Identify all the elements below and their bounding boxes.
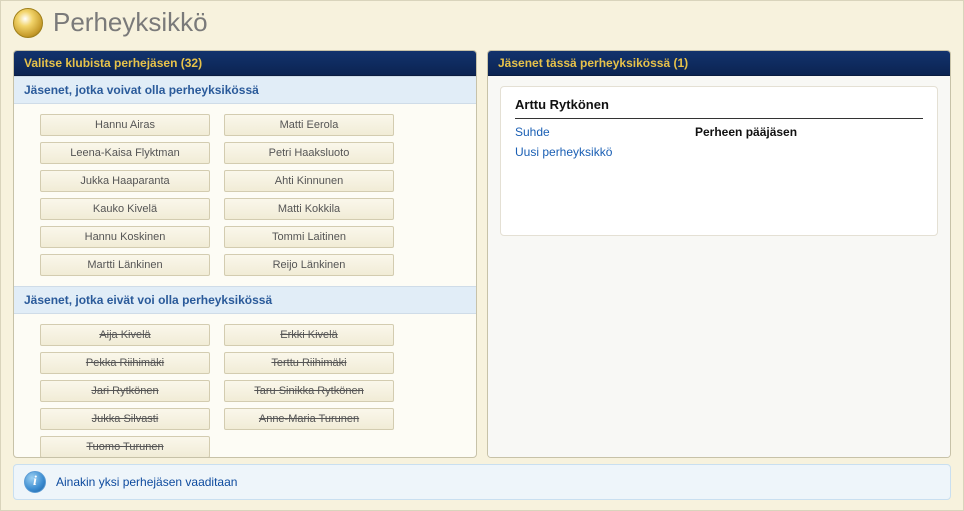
unit-role-text: Perheen pääjäsen — [695, 125, 797, 159]
member-button[interactable]: Jukka Haaparanta — [40, 170, 210, 192]
unit-links: Suhde Uusi perheyksikkö — [515, 125, 695, 159]
family-unit-card: Arttu Rytkönen Suhde Uusi perheyksikkö P… — [500, 86, 938, 236]
member-button-disabled: Erkki Kivelä — [224, 324, 394, 346]
member-button[interactable]: Ahti Kinnunen — [224, 170, 394, 192]
member-button[interactable]: Tommi Laitinen — [224, 226, 394, 248]
member-button[interactable]: Hannu Airas — [40, 114, 210, 136]
family-unit-panel: Jäsenet tässä perheyksikössä (1) Arttu R… — [487, 50, 951, 458]
family-unit-panel-title: Jäsenet tässä perheyksikössä (1) — [488, 51, 950, 76]
member-button-disabled: Jukka Silvasti — [40, 408, 210, 430]
new-family-unit-link[interactable]: Uusi perheyksikkö — [515, 145, 695, 159]
member-button[interactable]: Matti Kokkila — [224, 198, 394, 220]
member-button[interactable]: Kauko Kivelä — [40, 198, 210, 220]
eligible-grid: Hannu Airas Matti Eerola Leena-Kaisa Fly… — [40, 114, 468, 276]
member-button[interactable]: Hannu Koskinen — [40, 226, 210, 248]
member-button[interactable]: Martti Länkinen — [40, 254, 210, 276]
member-button-disabled: Anne-Maria Turunen — [224, 408, 394, 430]
page-title: Perheyksikkö — [53, 7, 208, 38]
member-button[interactable]: Leena-Kaisa Flyktman — [40, 142, 210, 164]
member-button[interactable]: Reijo Länkinen — [224, 254, 394, 276]
info-icon: i — [24, 471, 46, 493]
member-button-disabled: Aija Kivelä — [40, 324, 210, 346]
member-button-disabled: Terttu Riihimäki — [224, 352, 394, 374]
member-button-disabled: Tuomo Turunen — [40, 436, 210, 457]
lions-logo-icon — [13, 8, 43, 38]
relation-link[interactable]: Suhde — [515, 125, 695, 139]
ineligible-grid: Aija Kivelä Erkki Kivelä Pekka Riihimäki… — [40, 324, 468, 457]
member-button-disabled: Jari Rytkönen — [40, 380, 210, 402]
select-member-panel-title: Valitse klubista perhejäsen (32) — [14, 51, 476, 76]
eligible-section-label: Jäsenet, jotka voivat olla perheyksiköss… — [14, 76, 476, 104]
content-row: Valitse klubista perhejäsen (32) Jäsenet… — [1, 44, 963, 458]
page-header: Perheyksikkö — [1, 1, 963, 44]
validation-message: i Ainakin yksi perhejäsen vaaditaan — [13, 464, 951, 500]
eligible-scroll-area[interactable]: Hannu Airas Matti Eerola Leena-Kaisa Fly… — [14, 104, 476, 286]
select-member-panel: Valitse klubista perhejäsen (32) Jäsenet… — [13, 50, 477, 458]
ineligible-block: Aija Kivelä Erkki Kivelä Pekka Riihimäki… — [14, 314, 476, 457]
member-button-disabled: Taru Sinikka Rytkönen — [224, 380, 394, 402]
member-button[interactable]: Matti Eerola — [224, 114, 394, 136]
unit-detail-row: Suhde Uusi perheyksikkö Perheen pääjäsen — [515, 118, 923, 159]
member-button-disabled: Pekka Riihimäki — [40, 352, 210, 374]
page-root: Perheyksikkö Valitse klubista perhejäsen… — [0, 0, 964, 511]
unit-member-name: Arttu Rytkönen — [515, 97, 923, 112]
select-member-panel-body: Jäsenet, jotka voivat olla perheyksiköss… — [14, 76, 476, 457]
family-unit-panel-body: Arttu Rytkönen Suhde Uusi perheyksikkö P… — [488, 76, 950, 457]
member-button[interactable]: Petri Haaksluoto — [224, 142, 394, 164]
validation-message-text: Ainakin yksi perhejäsen vaaditaan — [56, 475, 237, 489]
ineligible-section-label: Jäsenet, jotka eivät voi olla perheyksik… — [14, 286, 476, 314]
